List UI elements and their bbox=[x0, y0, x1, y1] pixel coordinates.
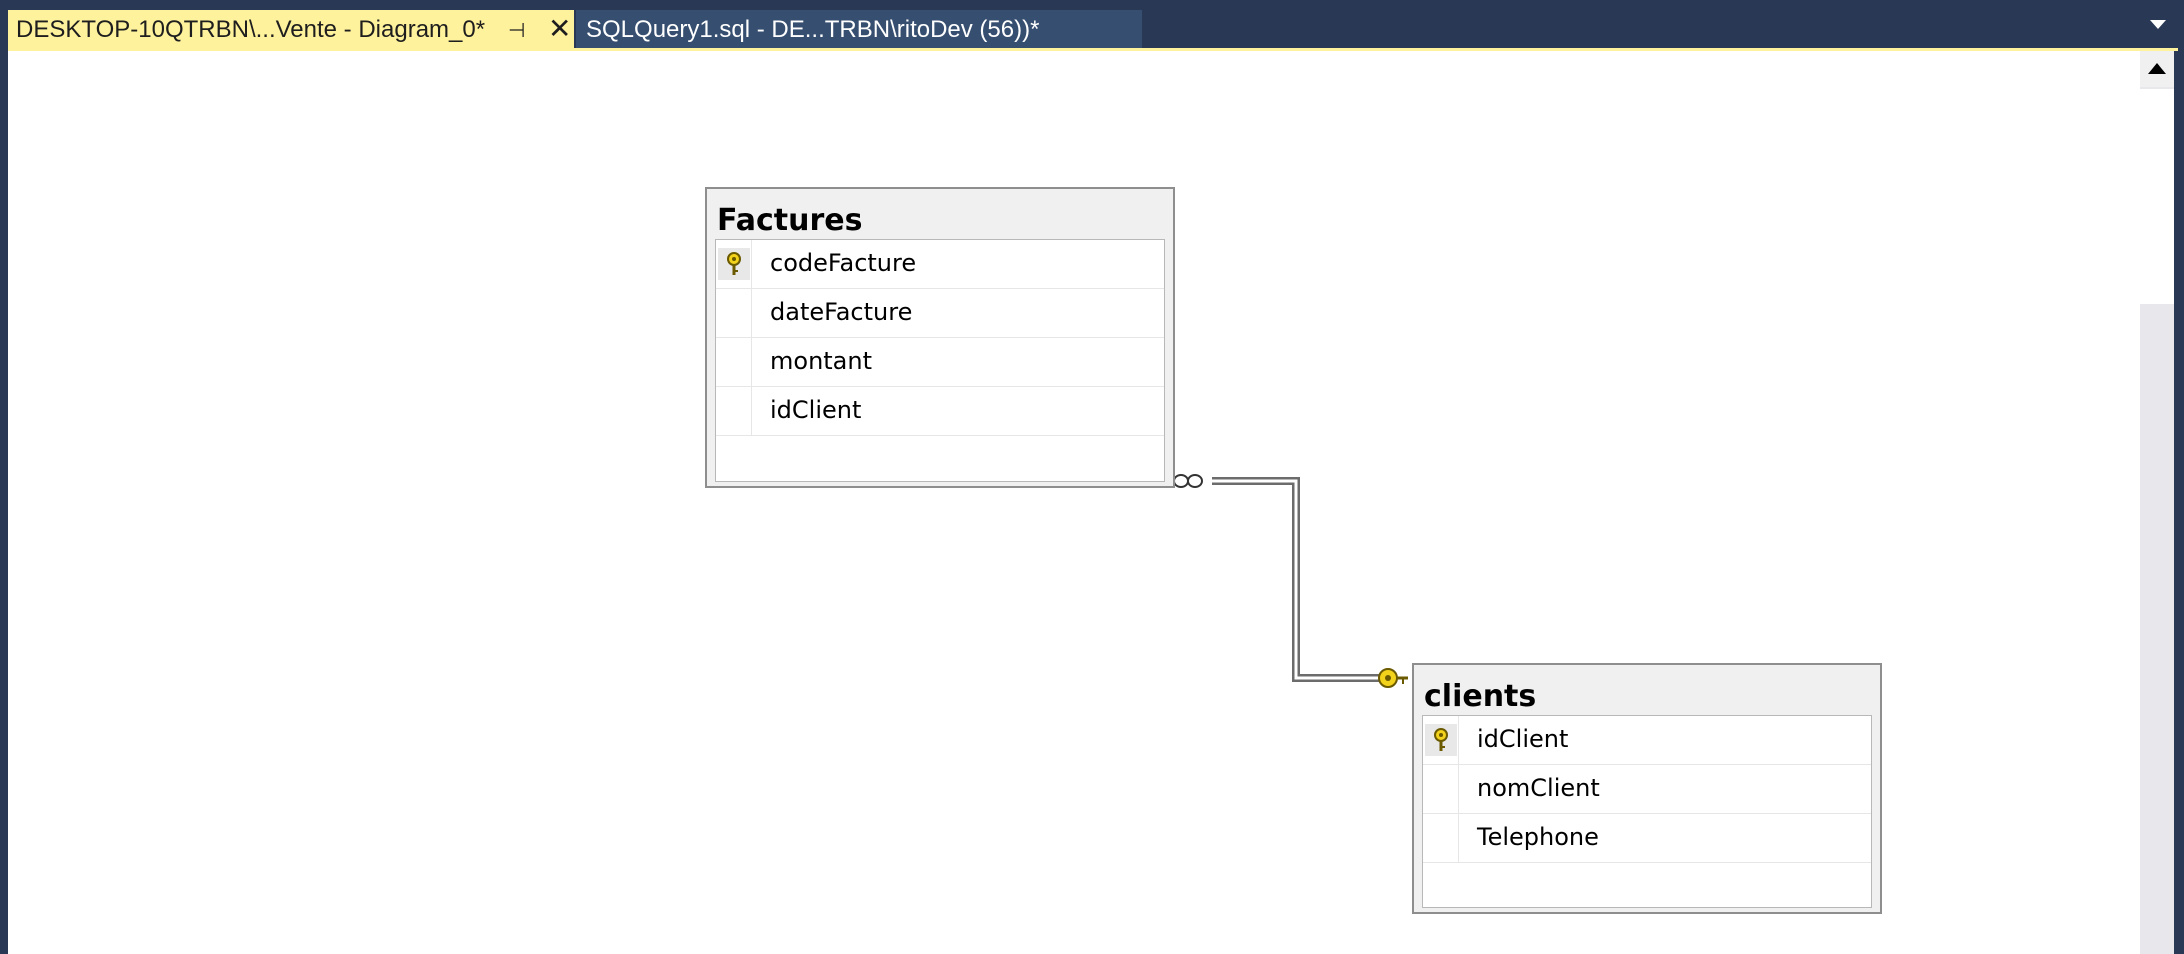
relationship-path bbox=[1212, 477, 1388, 682]
column-name: codeFacture bbox=[770, 249, 917, 277]
row-selector[interactable] bbox=[716, 387, 752, 435]
primary-key-icon bbox=[1425, 724, 1457, 756]
window-edge bbox=[2174, 51, 2184, 954]
column-row[interactable]: idClient bbox=[1423, 716, 1871, 765]
key-icon bbox=[1378, 668, 1408, 688]
column-row[interactable]: dateFacture bbox=[716, 289, 1164, 338]
tab-list-dropdown-icon[interactable] bbox=[2150, 20, 2166, 29]
scroll-thumb[interactable] bbox=[2140, 89, 2174, 304]
table-factures-columns: codeFacture dateFacture montant idClient bbox=[715, 239, 1165, 482]
column-name: Telephone bbox=[1477, 823, 1599, 851]
primary-key-icon bbox=[718, 248, 750, 280]
column-name: idClient bbox=[1477, 725, 1569, 753]
infinity-icon bbox=[1173, 474, 1203, 488]
tab-diagram-label: DESKTOP-10QTRBN\...Vente - Diagram_0* bbox=[16, 16, 486, 43]
document-tab-bar: DESKTOP-10QTRBN\...Vente - Diagram_0* ⊣ … bbox=[0, 0, 2184, 50]
column-row[interactable]: montant bbox=[716, 338, 1164, 387]
column-row[interactable]: codeFacture bbox=[716, 240, 1164, 289]
tab-sqlquery-label: SQLQuery1.sql - DE...TRBN\ritoDev (56))* bbox=[586, 16, 1040, 43]
pin-icon[interactable]: ⊣ bbox=[508, 18, 525, 42]
column-name: idClient bbox=[770, 396, 862, 424]
scroll-up-button[interactable] bbox=[2140, 51, 2174, 87]
table-clients-title: clients bbox=[1424, 679, 1537, 714]
row-selector[interactable] bbox=[716, 289, 752, 337]
vertical-scrollbar[interactable] bbox=[2140, 51, 2174, 954]
row-selector[interactable] bbox=[1423, 814, 1459, 862]
table-clients[interactable]: clients idClient nomClient Telephone bbox=[1412, 663, 1882, 914]
row-selector[interactable] bbox=[1423, 765, 1459, 813]
table-factures[interactable]: Factures codeFacture dateFacture montant bbox=[705, 187, 1175, 488]
diagram-canvas[interactable]: Factures codeFacture dateFacture montant bbox=[8, 51, 2140, 954]
tab-diagram[interactable]: DESKTOP-10QTRBN\...Vente - Diagram_0* ⊣ … bbox=[8, 10, 574, 50]
table-clients-columns: idClient nomClient Telephone bbox=[1422, 715, 1872, 908]
close-icon[interactable]: ✕ bbox=[548, 12, 571, 45]
row-selector[interactable] bbox=[716, 338, 752, 386]
row-selector[interactable] bbox=[1423, 716, 1459, 764]
column-name: nomClient bbox=[1477, 774, 1600, 802]
row-selector[interactable] bbox=[716, 240, 752, 288]
column-name: montant bbox=[770, 347, 873, 375]
column-row[interactable]: nomClient bbox=[1423, 765, 1871, 814]
column-row[interactable]: Telephone bbox=[1423, 814, 1871, 863]
column-row[interactable]: idClient bbox=[716, 387, 1164, 436]
column-name: dateFacture bbox=[770, 298, 913, 326]
arrow-up-icon bbox=[2148, 63, 2166, 74]
tab-sqlquery[interactable]: SQLQuery1.sql - DE...TRBN\ritoDev (56))* bbox=[576, 10, 1142, 50]
table-factures-title: Factures bbox=[717, 203, 863, 238]
